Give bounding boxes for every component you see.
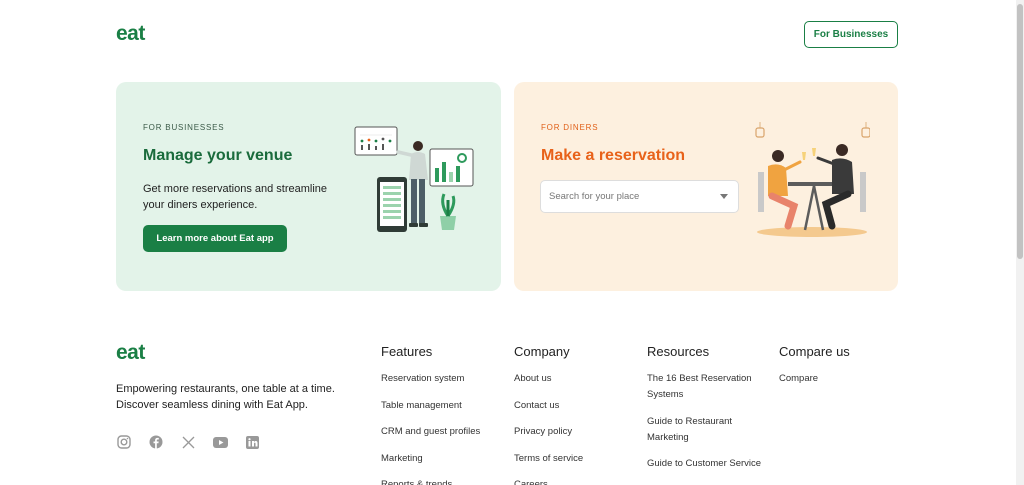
footer-column-features: Features Reservation system Table manage…: [381, 344, 501, 485]
diners-title: Make a reservation: [541, 147, 686, 164]
footer-column-title: Resources: [647, 344, 710, 359]
place-search-input[interactable]: [549, 181, 719, 212]
footer-link[interactable]: Privacy policy: [514, 424, 624, 440]
footer-column-title: Features: [381, 344, 433, 359]
instagram-icon[interactable]: [116, 434, 132, 450]
footer-link[interactable]: About us: [514, 371, 624, 387]
learn-more-button[interactable]: Learn more about Eat app: [143, 225, 287, 252]
chevron-down-icon[interactable]: [720, 194, 728, 199]
footer-column-compare: Compare us Compare: [779, 344, 889, 398]
footer-link[interactable]: Reservation system: [381, 371, 501, 387]
footer-link[interactable]: Compare: [779, 371, 889, 387]
footer-column-resources: Resources The 16 Best Reservation System…: [647, 344, 765, 483]
footer-link[interactable]: Terms of service: [514, 451, 624, 467]
footer-link[interactable]: Table management: [381, 398, 501, 414]
footer-link[interactable]: Careers: [514, 477, 624, 485]
business-card: FOR BUSINESSES Manage your venue Get mor…: [116, 82, 501, 291]
footer-link[interactable]: The 16 Best Reservation Systems: [647, 371, 765, 403]
reservation-illustration: [755, 122, 870, 237]
page: eat For Businesses FOR BUSINESSES Manage…: [0, 0, 1016, 485]
footer-tagline: Empowering restaurants, one table at a t…: [116, 383, 335, 411]
footer-link[interactable]: CRM and guest profiles: [381, 424, 501, 440]
footer-link[interactable]: Reports & trends: [381, 477, 501, 485]
footer-link[interactable]: Guide to Restaurant Marketing: [647, 414, 765, 446]
footer-logo[interactable]: eat: [116, 341, 145, 365]
for-businesses-button[interactable]: For Businesses: [804, 21, 898, 48]
business-eyebrow: FOR BUSINESSES: [143, 123, 225, 132]
scrollbar-thumb[interactable]: [1017, 4, 1023, 259]
social-links: [116, 434, 260, 450]
vertical-scrollbar[interactable]: [1016, 0, 1024, 485]
footer-column-title: Company: [514, 344, 570, 359]
place-search-select[interactable]: [540, 180, 739, 213]
footer-column-company: Company About us Contact us Privacy poli…: [514, 344, 624, 485]
header-logo[interactable]: eat: [116, 22, 145, 46]
business-title: Manage your venue: [143, 147, 293, 164]
footer-column-title: Compare us: [779, 344, 850, 359]
x-icon[interactable]: [180, 434, 196, 450]
business-description: Get more reservations and streamline you…: [143, 183, 328, 211]
diners-eyebrow: FOR DINERS: [541, 123, 599, 132]
footer-link[interactable]: Contact us: [514, 398, 624, 414]
facebook-icon[interactable]: [148, 434, 164, 450]
youtube-icon[interactable]: [212, 434, 228, 450]
footer-link[interactable]: Guide to Customer Service: [647, 456, 765, 472]
venue-management-illustration: [354, 126, 474, 232]
linkedin-icon[interactable]: [244, 434, 260, 450]
footer-link[interactable]: Marketing: [381, 451, 501, 467]
diners-card: FOR DINERS Make a reservation: [514, 82, 898, 291]
